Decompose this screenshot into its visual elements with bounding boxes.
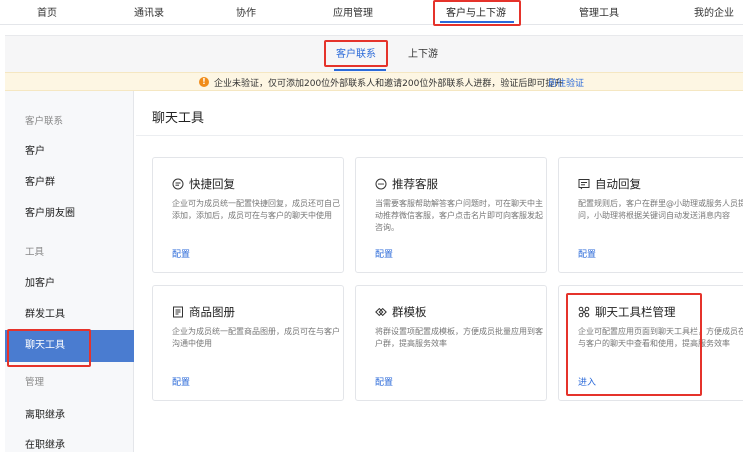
card-description: 企业可配置应用页面到聊天工具栏，方便成员在与客户的聊天中查看和使用，提高服务效率 <box>578 327 743 348</box>
configure-link[interactable]: 配置 <box>172 247 190 260</box>
sidebar-group-tools: 工具 <box>25 247 45 258</box>
quick-reply-icon <box>172 178 184 190</box>
card-description: 企业为成员统一配置商品图册，成员可在与客户沟通中使用 <box>172 327 340 348</box>
card-group-template[interactable]: 群模板 将群设置项配置成模板，方便成员批量应用到客户群，提高服务效率 配置 <box>355 285 547 401</box>
tab-customer-contact[interactable]: 客户联系 <box>336 45 376 60</box>
auto-reply-icon <box>578 178 590 190</box>
card-title: 商品图册 <box>189 305 235 319</box>
card-title: 推荐客服 <box>392 177 438 191</box>
tab-upstream-downstream[interactable]: 上下游 <box>408 45 438 60</box>
sidebar: 客户联系 客户 客户群 客户朋友圈 工具 加客户 群发工具 聊天工具 管理 离职… <box>5 91 134 452</box>
sub-tabs: 客户联系 上下游 <box>5 35 743 72</box>
card-chat-toolbar-management[interactable]: 聊天工具栏管理 企业可配置应用页面到聊天工具栏，方便成员在与客户的聊天中查看和使… <box>558 285 743 401</box>
sidebar-item-customers[interactable]: 客户 <box>5 137 134 167</box>
card-description: 当需要客服帮助解答客户问题时，可在聊天中主动推荐微信客服，客户点击名片即可向客服… <box>375 199 543 232</box>
sidebar-item-moments[interactable]: 客户朋友圈 <box>5 199 134 229</box>
sidebar-item-chat-tools[interactable]: 聊天工具 <box>5 330 134 362</box>
card-description: 配置规则后，客户在群里@小助理或服务人员提问，小助理将根据关键词自动发送消息内容 <box>578 199 743 220</box>
card-description: 将群设置项配置成模板，方便成员批量应用到客户群，提高服务效率 <box>375 327 543 348</box>
verification-notice: ! 企业未验证，仅可添加200位外部联系人和邀请200位外部联系人进群，验证后即… <box>5 72 743 91</box>
sidebar-group-management: 管理 <box>25 377 45 388</box>
configure-link[interactable]: 配置 <box>375 247 393 260</box>
sidebar-item-customer-groups[interactable]: 客户群 <box>5 168 134 198</box>
sidebar-item-onjob-transfer[interactable]: 在职继承 <box>5 431 134 452</box>
group-template-icon <box>375 306 387 318</box>
warning-icon: ! <box>199 77 209 87</box>
top-nav: 首页 通讯录 协作 应用管理 客户与上下游 管理工具 我的企业 <box>0 0 743 25</box>
page-title: 聊天工具 <box>152 111 205 126</box>
recommend-service-icon <box>375 178 387 190</box>
nav-customers-upstream[interactable]: 客户与上下游 <box>446 4 506 19</box>
nav-home[interactable]: 首页 <box>37 4 57 19</box>
sidebar-group-customer-contact: 客户联系 <box>25 116 64 127</box>
nav-app-management[interactable]: 应用管理 <box>333 4 373 19</box>
sidebar-item-add-customer[interactable]: 加客户 <box>5 269 134 299</box>
nav-my-enterprise[interactable]: 我的企业 <box>694 4 734 19</box>
sidebar-item-mass-send[interactable]: 群发工具 <box>5 300 134 330</box>
sidebar-item-resigned-transfer[interactable]: 离职继承 <box>5 401 134 431</box>
nav-management-tools[interactable]: 管理工具 <box>579 4 619 19</box>
card-title: 群模板 <box>392 305 427 319</box>
notice-message: 企业未验证，仅可添加200位外部联系人和邀请200位外部联系人进群，验证后即可提… <box>214 79 564 89</box>
card-title: 聊天工具栏管理 <box>595 305 676 319</box>
card-title: 自动回复 <box>595 177 641 191</box>
tab-active-indicator <box>334 69 386 71</box>
card-product-album[interactable]: 商品图册 企业为成员统一配置商品图册，成员可在与客户沟通中使用 配置 <box>152 285 344 401</box>
verify-link[interactable]: 前往验证 <box>548 76 584 89</box>
toolbar-manage-icon <box>578 306 590 318</box>
nav-active-indicator <box>440 21 514 23</box>
card-description: 企业可为成员统一配置快捷回复，成员还可自己添加，添加后，成员可在与客户的聊天中使… <box>172 199 340 220</box>
card-title: 快捷回复 <box>189 177 235 191</box>
card-quick-reply[interactable]: 快捷回复 企业可为成员统一配置快捷回复，成员还可自己添加，添加后，成员可在与客户… <box>152 157 344 273</box>
configure-link[interactable]: 配置 <box>172 375 190 388</box>
product-album-icon <box>172 306 184 318</box>
title-divider <box>136 135 743 136</box>
nav-collaboration[interactable]: 协作 <box>236 4 256 19</box>
enter-link[interactable]: 进入 <box>578 375 596 388</box>
configure-link[interactable]: 配置 <box>578 247 596 260</box>
configure-link[interactable]: 配置 <box>375 375 393 388</box>
card-auto-reply[interactable]: 自动回复 配置规则后，客户在群里@小助理或服务人员提问，小助理将根据关键词自动发… <box>558 157 743 273</box>
nav-contacts[interactable]: 通讯录 <box>134 4 164 19</box>
card-recommend-service[interactable]: 推荐客服 当需要客服帮助解答客户问题时，可在聊天中主动推荐微信客服，客户点击名片… <box>355 157 547 273</box>
